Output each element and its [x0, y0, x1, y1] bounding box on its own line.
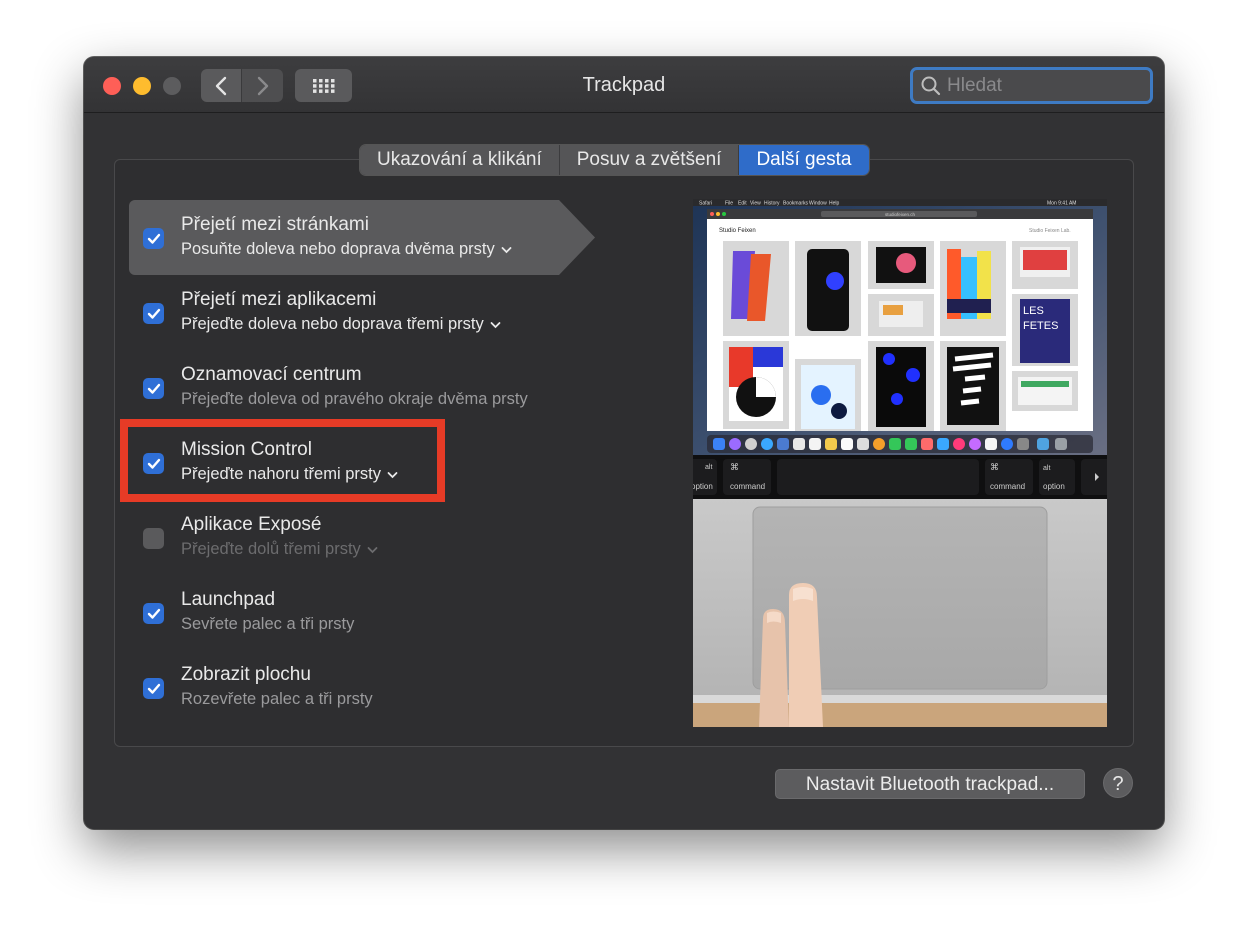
close-button[interactable] — [103, 77, 121, 95]
gesture-subtitle: Rozevřete palec a tři prsty — [181, 690, 373, 708]
poster-grid: LES FETES — [723, 241, 1078, 431]
menubar-app: Safari — [699, 201, 712, 207]
preview-url: studiofeixen.ch — [885, 212, 916, 217]
key-label: ⌘ — [730, 463, 739, 473]
back-forward-group — [201, 69, 283, 102]
menubar-item: File — [725, 201, 733, 207]
tab-scroll-zoom[interactable]: Posuv a zvětšení — [559, 145, 740, 175]
checkbox-swipe-pages[interactable] — [143, 228, 164, 249]
menubar-item: Help — [829, 201, 840, 207]
gesture-row-app-expose[interactable]: Aplikace Exposé Přejeďte dolů třemi prst… — [129, 500, 559, 575]
gesture-subtitle: Přejeďte nahoru třemi prsty — [181, 465, 381, 483]
svg-text:LES: LES — [1023, 305, 1044, 317]
key-label: alt — [705, 464, 712, 471]
key-label: command — [730, 482, 765, 491]
preview-site-link: Studio Feixen Lab. — [1029, 228, 1071, 234]
search-field[interactable] — [910, 67, 1153, 104]
checkmark-icon — [147, 383, 160, 394]
chevron-right-icon — [257, 76, 268, 95]
menubar-item: Edit — [738, 201, 747, 207]
checkmark-icon — [147, 683, 160, 694]
gesture-title: Aplikace Exposé — [181, 514, 322, 535]
gesture-row-swipe-apps[interactable]: Přejetí mezi aplikacemi Přejeďte doleva … — [129, 275, 559, 350]
checkbox-app-expose[interactable] — [143, 528, 164, 549]
back-button[interactable] — [201, 69, 242, 102]
show-all-button[interactable] — [295, 69, 352, 102]
checkmark-icon — [147, 458, 160, 469]
gesture-subtitle: Posuňte doleva nebo doprava dvěma prsty — [181, 240, 495, 258]
key-label: alt — [1043, 465, 1050, 472]
search-input[interactable] — [947, 74, 1147, 97]
gesture-title: Mission Control — [181, 439, 312, 460]
chevron-left-icon — [215, 76, 227, 95]
menubar-item: Window — [809, 201, 827, 207]
checkbox-notification-center[interactable] — [143, 378, 164, 399]
checkmark-icon — [147, 308, 160, 319]
menubar-item: Bookmarks — [783, 201, 809, 207]
key-label: option — [693, 482, 713, 491]
gesture-subtitle: Sevřete palec a tři prsty — [181, 615, 355, 633]
svg-text:FETES: FETES — [1023, 320, 1058, 332]
tab-more-gestures[interactable]: Další gesta — [739, 145, 869, 175]
key-label: command — [990, 482, 1025, 491]
gesture-title: Zobrazit plochu — [181, 664, 311, 685]
gesture-row-show-desktop[interactable]: Zobrazit plochu Rozevřete palec a tři pr… — [129, 650, 559, 725]
gesture-row-notification-center[interactable]: Oznamovací centrum Přejeďte doleva od pr… — [129, 350, 559, 425]
gesture-option-menu[interactable]: Posuňte doleva nebo doprava dvěma prsty — [181, 240, 512, 259]
gesture-preview-video: Safari File Edit View History Bookmarks … — [693, 199, 1107, 727]
gesture-title: Přejetí mezi aplikacemi — [181, 289, 377, 310]
chevron-down-icon — [490, 321, 501, 328]
preferences-window: Trackpad Ukazování a klikání Posuv a zvě… — [84, 57, 1164, 829]
gesture-title: Oznamovací centrum — [181, 364, 362, 385]
gesture-option-menu[interactable]: Přejeďte nahoru třemi prsty — [181, 465, 398, 484]
forward-button[interactable] — [242, 69, 283, 102]
title-bar: Trackpad — [84, 57, 1164, 113]
checkmark-icon — [147, 233, 160, 244]
preview-site-title: Studio Feixen — [719, 228, 756, 234]
chevron-down-icon — [367, 546, 378, 553]
chevron-down-icon — [501, 246, 512, 253]
setup-bluetooth-trackpad-button[interactable]: Nastavit Bluetooth trackpad... — [775, 769, 1085, 799]
checkbox-show-desktop[interactable] — [143, 678, 164, 699]
checkbox-mission-control[interactable] — [143, 453, 164, 474]
gesture-option-menu[interactable]: Přejeďte dolů třemi prsty — [181, 540, 378, 559]
gesture-row-launchpad[interactable]: Launchpad Sevřete palec a tři prsty — [129, 575, 559, 650]
checkbox-launchpad[interactable] — [143, 603, 164, 624]
gesture-row-swipe-pages[interactable]: Přejetí mezi stránkami Posuňte doleva ne… — [129, 200, 595, 275]
minimize-button[interactable] — [133, 77, 151, 95]
menubar-item: History — [764, 201, 780, 207]
help-button[interactable]: ? — [1103, 768, 1133, 798]
preview-illustration: Safari File Edit View History Bookmarks … — [693, 199, 1107, 727]
gesture-title: Launchpad — [181, 589, 276, 610]
gesture-option-menu[interactable]: Přejeďte doleva nebo doprava třemi prsty — [181, 315, 501, 334]
gesture-row-mission-control[interactable]: Mission Control Přejeďte nahoru třemi pr… — [129, 425, 559, 500]
grid-icon — [312, 78, 334, 93]
checkbox-swipe-apps[interactable] — [143, 303, 164, 324]
zoom-button[interactable] — [163, 77, 181, 95]
search-icon — [921, 76, 941, 95]
menubar-clock: Mon 9:41 AM — [1047, 201, 1076, 207]
gesture-subtitle: Přejeďte doleva nebo doprava třemi prsty — [181, 315, 484, 333]
tab-bar: Ukazování a klikání Posuv a zvětšení Dal… — [360, 145, 869, 175]
checkmark-icon — [147, 608, 160, 619]
key-label: option — [1043, 482, 1065, 491]
menubar-item: View — [750, 201, 761, 207]
gesture-title: Přejetí mezi stránkami — [181, 214, 369, 235]
key-label: ⌘ — [990, 463, 999, 473]
gesture-subtitle: Přejeďte dolů třemi prsty — [181, 540, 361, 558]
chevron-down-icon — [387, 471, 398, 478]
tab-point-click[interactable]: Ukazování a klikání — [360, 145, 560, 175]
gesture-subtitle: Přejeďte doleva od pravého okraje dvěma … — [181, 390, 528, 408]
